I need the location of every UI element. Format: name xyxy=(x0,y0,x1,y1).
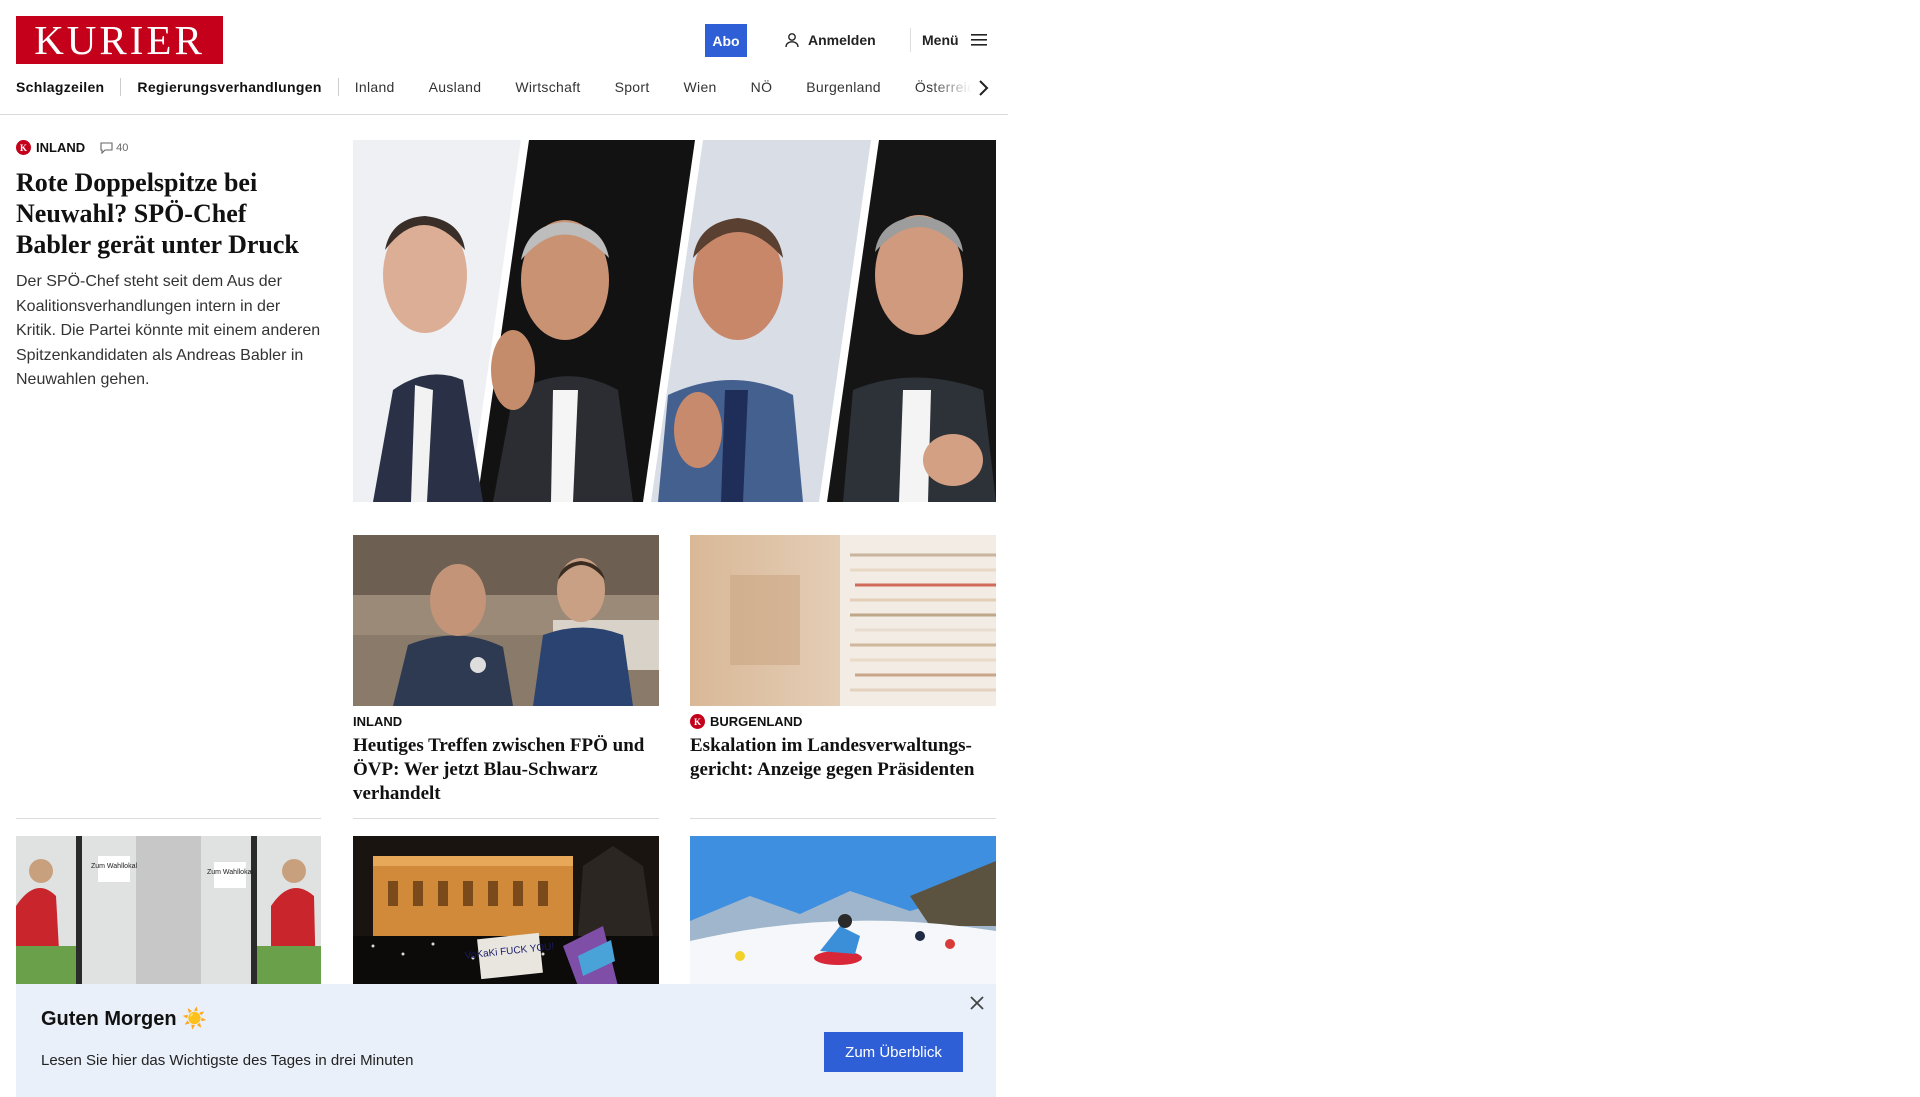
comment-count[interactable]: 40 xyxy=(100,142,128,154)
header-divider xyxy=(910,28,911,52)
morning-briefing-banner: Guten Morgen ☀️ Lesen Sie hier das Wicht… xyxy=(16,984,996,1097)
lead-article[interactable]: K INLAND 40 Rote Doppelspitze bei Neuwah… xyxy=(16,140,321,393)
card-image-polling[interactable]: Zum Wahllokal Zum Wahllokal xyxy=(16,836,321,986)
banner-title: Guten Morgen ☀️ xyxy=(41,1008,208,1030)
sledding-photo xyxy=(690,836,996,986)
nav-item-noe[interactable]: NÖ xyxy=(751,79,773,95)
lead-headline[interactable]: Rote Doppelspitze bei Neuwahl? SPÖ-Chef … xyxy=(16,167,321,260)
nav-divider xyxy=(120,78,122,96)
kurier-plus-icon: K xyxy=(690,714,705,729)
lead-image[interactable] xyxy=(353,140,996,502)
nav-item-wien[interactable]: Wien xyxy=(684,79,717,95)
polling-station-photo: Zum Wahllokal Zum Wahllokal xyxy=(16,836,321,986)
kurier-logo[interactable]: KURIER xyxy=(16,16,223,64)
site-header: KURIER Abo Anmelden Menü Schlagzeilen Reg… xyxy=(0,0,1008,115)
comment-count-value: 40 xyxy=(116,141,129,154)
card-headline-1[interactable]: Heutiges Treffen zwischen FPÖ und ÖVP: W… xyxy=(353,734,659,806)
divider xyxy=(16,818,321,819)
chevron-right-icon[interactable] xyxy=(976,78,990,98)
card-category-2[interactable]: BURGENLAND xyxy=(710,714,802,729)
files-stack-photo xyxy=(690,535,996,706)
user-icon xyxy=(785,33,799,48)
politicians-photo xyxy=(353,140,996,502)
sign-text: Zum Wahllokal xyxy=(91,863,137,870)
nav-item-ausland[interactable]: Ausland xyxy=(429,79,482,95)
overview-button[interactable]: Zum Überblick xyxy=(824,1032,963,1072)
nav-item-sport[interactable]: Sport xyxy=(615,79,650,95)
card-kicker-1: INLAND xyxy=(353,714,402,729)
menu-button[interactable]: Menü xyxy=(922,28,987,52)
kurier-plus-icon: K xyxy=(16,140,31,155)
divider xyxy=(353,818,659,819)
comment-icon xyxy=(100,141,113,154)
sign-text: Zum Wahllokal xyxy=(207,869,253,876)
abo-button[interactable]: Abo xyxy=(705,24,747,57)
category-nav: Schlagzeilen Regierungsverhandlungen Inlan… xyxy=(16,78,996,100)
card-image-files[interactable] xyxy=(690,535,996,706)
nav-item-burgenland[interactable]: Burgenland xyxy=(806,79,881,95)
nav-item-wirtschaft[interactable]: Wirtschaft xyxy=(515,79,580,95)
card-image-parliament[interactable] xyxy=(353,535,659,706)
login-label: Anmelden xyxy=(808,32,876,48)
nav-item-inland[interactable]: Inland xyxy=(355,79,395,95)
lead-category[interactable]: INLAND xyxy=(36,140,85,155)
card-category-1[interactable]: INLAND xyxy=(353,714,402,729)
protest-night-photo: VoKaKi FUCK YOU! xyxy=(353,836,659,986)
nav-item-schlagzeilen[interactable]: Schlagzeilen xyxy=(16,79,104,95)
lead-kicker: K INLAND 40 xyxy=(16,140,321,155)
menu-label: Menü xyxy=(922,32,959,48)
banner-text: Lesen Sie hier das Wichtigste des Tages … xyxy=(41,1052,414,1069)
hamburger-icon xyxy=(970,34,987,46)
parliament-photo xyxy=(353,535,659,706)
login-button[interactable]: Anmelden xyxy=(784,28,876,52)
divider xyxy=(690,818,996,819)
lead-teaser: Der SPÖ-Chef steht seit dem Aus der Koal… xyxy=(16,273,321,388)
card-headline-2[interactable]: Eskalation im Landesverwaltungs-gericht:… xyxy=(690,734,1000,782)
close-icon[interactable] xyxy=(968,994,986,1012)
nav-divider xyxy=(337,78,339,96)
card-image-protest[interactable]: VoKaKi FUCK YOU! xyxy=(353,836,659,986)
nav-item-regierungsverhandlungen[interactable]: Regierungsverhandlungen xyxy=(137,79,321,95)
card-image-sledding[interactable] xyxy=(690,836,996,986)
card-kicker-2: K BURGENLAND xyxy=(690,714,802,729)
